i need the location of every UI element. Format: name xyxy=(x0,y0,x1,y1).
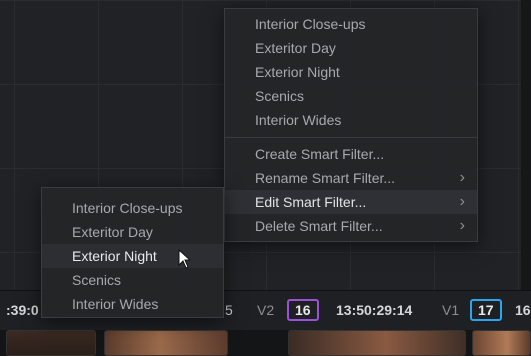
menu-item-label: Exteritor Day xyxy=(255,40,336,56)
timecode-left: :39:0 xyxy=(6,302,39,318)
submenu-item-label: Interior Close-ups xyxy=(72,200,183,216)
clip-number-partial-right: 16 xyxy=(515,302,531,318)
submenu-item-scenics[interactable]: Scenics xyxy=(42,268,223,292)
menu-item-label: Interior Close-ups xyxy=(255,16,366,32)
clip-number-badge[interactable]: 16 xyxy=(287,299,319,321)
clip-thumbnail[interactable] xyxy=(288,330,466,356)
submenu-item-label: Exterior Night xyxy=(72,248,157,264)
menu-separator xyxy=(225,137,477,138)
edit-smart-filter-submenu: Interior Close-ups Exteritor Day Exterio… xyxy=(41,187,224,318)
submenu-item-label: Scenics xyxy=(72,272,122,288)
clip-thumbnail[interactable] xyxy=(472,330,531,356)
clip-thumbnail-row xyxy=(0,330,531,356)
submenu-item-label: Exteritor Day xyxy=(72,224,153,240)
chevron-right-icon: › xyxy=(459,169,465,186)
mouse-pointer-icon xyxy=(178,249,192,269)
menu-item-label: Delete Smart Filter... xyxy=(255,218,383,234)
track-label-v2: V2 xyxy=(257,302,275,318)
menu-item-rename-smart-filter[interactable]: Rename Smart Filter... › xyxy=(225,166,477,190)
menu-item-create-smart-filter[interactable]: Create Smart Filter... xyxy=(225,142,477,166)
menu-item-delete-smart-filter[interactable]: Delete Smart Filter... › xyxy=(225,214,477,238)
clip-number-badge[interactable]: 17 xyxy=(470,299,502,321)
menu-item-interior-wides[interactable]: Interior Wides xyxy=(225,108,477,132)
chevron-right-icon: › xyxy=(459,217,465,234)
clip-number-partial: 5 xyxy=(225,302,233,318)
menu-item-exterior-day[interactable]: Exteritor Day xyxy=(225,36,477,60)
track-label-v1: V1 xyxy=(442,302,460,318)
smart-filter-context-menu: Interior Close-ups Exteritor Day Exterio… xyxy=(224,8,478,242)
menu-item-edit-smart-filter[interactable]: Edit Smart Filter... › xyxy=(225,190,477,214)
menu-item-label: Rename Smart Filter... xyxy=(255,170,396,186)
menu-item-scenics[interactable]: Scenics xyxy=(225,84,477,108)
menu-item-label: Exterior Night xyxy=(255,64,340,80)
menu-item-label: Edit Smart Filter... xyxy=(255,194,367,210)
chevron-right-icon: › xyxy=(459,193,465,210)
panel-edge xyxy=(521,0,531,290)
submenu-item-interior-close-ups[interactable]: Interior Close-ups xyxy=(42,196,223,220)
clip-thumbnail[interactable] xyxy=(6,330,96,356)
menu-item-label: Scenics xyxy=(255,88,305,104)
menu-item-exterior-night[interactable]: Exterior Night xyxy=(225,60,477,84)
clip-thumbnail[interactable] xyxy=(104,330,228,356)
submenu-item-label: Interior Wides xyxy=(72,296,159,312)
submenu-item-exterior-night[interactable]: Exterior Night xyxy=(42,244,223,268)
menu-item-label: Create Smart Filter... xyxy=(255,146,385,162)
menu-item-interior-close-ups[interactable]: Interior Close-ups xyxy=(225,12,477,36)
submenu-item-exterior-day[interactable]: Exteritor Day xyxy=(42,220,223,244)
submenu-item-interior-wides[interactable]: Interior Wides xyxy=(42,292,223,316)
menu-item-label: Interior Wides xyxy=(255,112,342,128)
timecode-center: 13:50:29:14 xyxy=(336,302,413,318)
